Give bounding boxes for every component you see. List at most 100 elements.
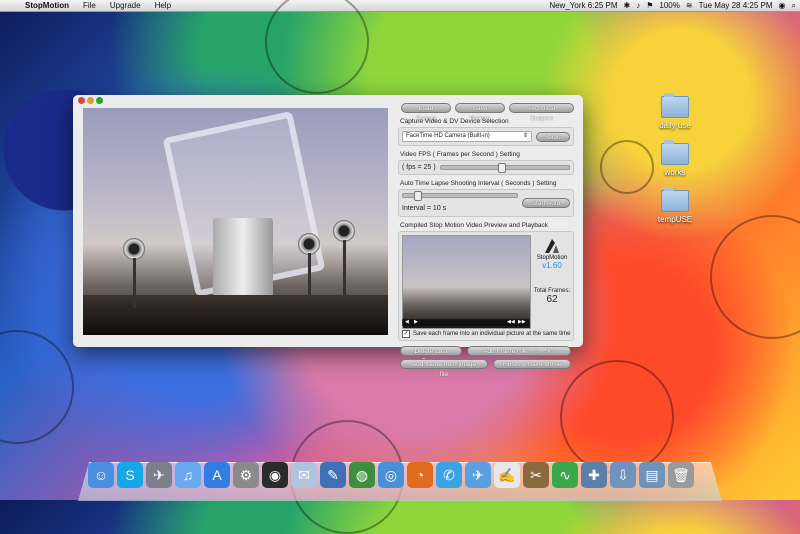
desktop-folder-label: tempUSE: [657, 215, 693, 224]
delete-last-frame-button[interactable]: Delete Last Frame: [400, 346, 462, 365]
safari-icon[interactable]: ◎: [378, 462, 404, 488]
minimize-window-button[interactable]: [87, 97, 94, 104]
wallpaper-ring: [710, 215, 800, 339]
close-window-button[interactable]: [78, 97, 85, 104]
user-icon[interactable]: ◉: [779, 1, 786, 10]
fps-value-text: ( fps = 25 ): [402, 164, 436, 171]
wallpaper-ring: [600, 140, 654, 194]
technical-support-button[interactable]: Technical Support: [509, 103, 574, 122]
app-store-icon[interactable]: A: [204, 462, 230, 488]
volume-icon[interactable]: ◀: [405, 319, 409, 325]
itunes-icon[interactable]: ♫: [175, 462, 201, 488]
spotlight-icon[interactable]: ⌕: [792, 1, 796, 11]
fast-forward-icon[interactable]: ▶▶: [518, 319, 526, 325]
menu-app-name[interactable]: StopMotion: [18, 1, 76, 10]
finish-save-movie-button[interactable]: Finish & Save Movie: [493, 359, 571, 369]
desktop-folder-label: works: [664, 168, 686, 177]
dashboard-icon[interactable]: ◉: [262, 462, 288, 488]
stopmotion-window: Load Project Save Project Technical Supp…: [73, 95, 583, 378]
dock: ☺ S ✈ ♫ A ⚙ ◉ ✉ ✎ ◍ ◎ ◔ ✆ ✈ ✍ ✂ ∿ ✚ ⇩ ▤ 🗑: [88, 462, 694, 488]
downloads-folder-icon[interactable]: ⇩: [610, 462, 636, 488]
datetime-text[interactable]: Tue May 28 4:25 PM: [699, 1, 773, 10]
preview-playback-controls[interactable]: ◀ ▶ ◀◀ ▶▶: [402, 319, 529, 326]
save-each-frame-checkbox[interactable]: ✓: [402, 330, 410, 338]
interval-group: Interval = 10 s Start Auto: [398, 189, 574, 217]
launchpad-icon[interactable]: ✈: [146, 462, 172, 488]
folder-icon: [661, 140, 689, 165]
capture-device-group: FaceTime HD Camera (Built-in) ⇕ Select: [398, 127, 574, 146]
chevron-updown-icon: ⇕: [522, 133, 528, 139]
trash-icon[interactable]: 🗑: [668, 462, 694, 488]
desktop-folder-tempuse[interactable]: tempUSE: [650, 187, 700, 224]
frame-actions-row-2: Add frame from image file Finish & Save …: [400, 359, 574, 378]
tool-icon[interactable]: ✂: [523, 462, 549, 488]
system-preferences-icon[interactable]: ⚙: [233, 462, 259, 488]
device-select[interactable]: FaceTime HD Camera (Built-in) ⇕: [402, 131, 532, 142]
mail-icon[interactable]: ✉: [291, 462, 317, 488]
app-info-panel: StopMotion v1.60 Total Frames: 62: [533, 235, 571, 305]
interval-slider[interactable]: [402, 191, 518, 201]
save-project-button[interactable]: Save Project: [454, 103, 506, 122]
play-icon[interactable]: ▶: [414, 319, 418, 325]
captured-webcam: [298, 233, 320, 255]
desktop-folder-label: daily use: [659, 121, 691, 130]
project-button-row: Load Project Save Project Technical Supp…: [401, 103, 574, 122]
captured-stand-image: [213, 218, 273, 303]
messages-icon[interactable]: ✆: [436, 462, 462, 488]
save-each-frame-label: Save each frame into an individual pictu…: [413, 331, 571, 337]
mail-bird-icon[interactable]: ✈: [465, 462, 491, 488]
fps-slider-knob[interactable]: [498, 163, 507, 173]
textedit-icon[interactable]: ✍: [494, 462, 520, 488]
folder-icon: [661, 93, 689, 118]
menu-upgrade[interactable]: Upgrade: [103, 1, 148, 10]
add-frame-from-file-button[interactable]: Add frame from image file: [400, 359, 488, 378]
battery-percent[interactable]: 100%: [659, 1, 679, 10]
menu-help[interactable]: Help: [148, 1, 178, 10]
select-device-button[interactable]: Select: [536, 131, 570, 142]
skype-icon[interactable]: S: [117, 462, 143, 488]
captured-webcam: [123, 238, 145, 260]
captured-webcam: [333, 220, 355, 242]
interval-slider-knob[interactable]: [414, 191, 423, 201]
grapher-icon[interactable]: ∿: [552, 462, 578, 488]
documents-folder-icon[interactable]: ▤: [639, 462, 665, 488]
zoom-window-button[interactable]: [96, 97, 103, 104]
finder-icon[interactable]: ☺: [88, 462, 114, 488]
save-each-frame-option: ✓ Save each frame into an individual pic…: [402, 330, 570, 338]
flag-icon[interactable]: ⚑: [646, 1, 653, 10]
load-project-button[interactable]: Load Project: [401, 103, 451, 122]
camera-live-view: [83, 108, 388, 335]
add-frame-button[interactable]: Add Frame ( ⌘ + ⇧ + k ): [467, 346, 571, 356]
preview-section-label: Compiled Stop Motion Video Preview and P…: [400, 222, 549, 229]
bluetooth-icon[interactable]: ✱: [624, 1, 631, 10]
firefox-icon[interactable]: ◔: [407, 462, 433, 488]
menu-status-area: New_York 6:25 PM ✱ ♪ ⚑ 100% ≋ Tue May 28…: [549, 1, 800, 11]
captured-table-image: [83, 295, 388, 335]
xcode-icon[interactable]: ✎: [320, 462, 346, 488]
utilities-icon[interactable]: ✚: [581, 462, 607, 488]
captured-webcam-stem: [133, 258, 136, 308]
interval-section-label: Auto Time Lapse Shooting Interval ( Seco…: [400, 180, 557, 187]
total-frames-count: 62: [546, 294, 558, 305]
app-version: v1.60: [542, 261, 562, 270]
menu-file[interactable]: File: [76, 1, 103, 10]
google-earth-icon[interactable]: ◍: [349, 462, 375, 488]
volume-icon[interactable]: ♪: [636, 1, 640, 10]
desktop-folder-works[interactable]: works: [650, 140, 700, 177]
movie-preview-player[interactable]: [402, 235, 531, 329]
wallpaper-ring: [560, 360, 674, 474]
desktop-folder-daily-use[interactable]: daily use: [650, 93, 700, 130]
wifi-icon[interactable]: ≋: [686, 1, 693, 10]
captured-webcam-stem: [308, 253, 311, 298]
clock-location-text[interactable]: New_York 6:25 PM: [549, 1, 617, 10]
menu-bar: StopMotion File Upgrade Help New_York 6:…: [0, 0, 800, 12]
fps-slider[interactable]: [439, 163, 570, 173]
folder-icon: [661, 187, 689, 212]
wallpaper-ring: [265, 0, 369, 94]
rewind-icon[interactable]: ◀◀: [507, 319, 515, 325]
fps-section-label: Video FPS ( Frames per Second ) Setting: [400, 151, 520, 158]
frame-actions-row-1: Delete Last Frame Add Frame ( ⌘ + ⇧ + k …: [400, 346, 574, 365]
preview-group: ◀ ▶ ◀◀ ▶▶ StopMotion v1.60 Total Frames:…: [398, 231, 574, 341]
start-auto-button[interactable]: Start Auto: [522, 198, 570, 208]
fps-group: ( fps = 25 ): [398, 160, 574, 175]
